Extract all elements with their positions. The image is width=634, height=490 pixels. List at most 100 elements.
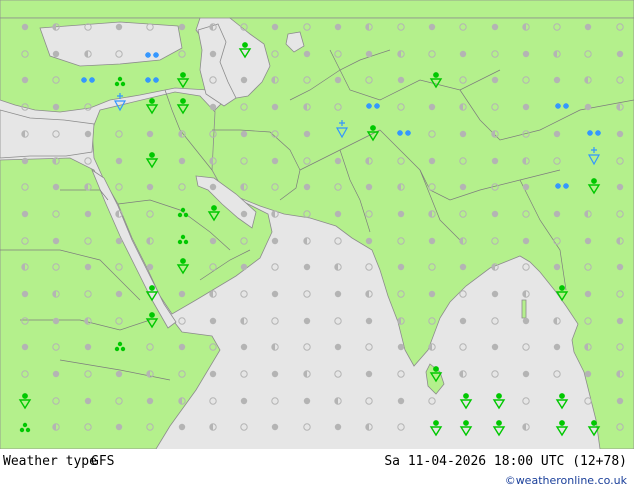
filled-dot-icon (303, 263, 311, 271)
filled-dot-icon (553, 76, 561, 84)
filled-dot-icon (115, 237, 123, 245)
rain-drop (22, 393, 28, 399)
filled-dot-icon (397, 76, 405, 84)
drop-left (114, 346, 120, 352)
filled-dot-icon (115, 157, 123, 165)
filled-dot-icon (52, 370, 60, 378)
filled-dot-icon (584, 103, 592, 111)
filled-dot-icon (21, 23, 29, 31)
filled-dot-icon (459, 50, 467, 58)
filled-dot-icon (522, 183, 530, 191)
rain-drop (370, 125, 376, 131)
filled-dot-icon (397, 343, 405, 351)
filled-dot-icon (271, 23, 279, 31)
rain-drop (180, 98, 186, 104)
filled-dot-icon (209, 183, 217, 191)
filled-dot-icon (84, 130, 92, 138)
filled-dot-icon (209, 317, 217, 325)
filled-dot-icon (115, 290, 123, 298)
filled-dot-icon (397, 397, 405, 405)
filled-dot-icon (178, 290, 186, 298)
filled-dot-icon (271, 290, 279, 298)
rain-drop (463, 393, 469, 399)
filled-dot-icon (84, 397, 92, 405)
rain-drop (433, 420, 439, 426)
rain-drop (180, 258, 186, 264)
filled-dot-icon (522, 103, 530, 111)
drop-left (177, 239, 183, 245)
filled-dot-icon (428, 103, 436, 111)
drop-top (180, 234, 186, 240)
rain-drop (463, 420, 469, 426)
filled-dot-icon (522, 237, 530, 245)
filled-dot-icon (553, 343, 561, 351)
filled-dot-icon (365, 237, 373, 245)
drop-top (22, 422, 28, 428)
filled-dot-icon (584, 370, 592, 378)
drop-top (117, 341, 123, 347)
filled-dot-icon (616, 263, 624, 271)
filled-dot-icon (303, 183, 311, 191)
drop-right (120, 346, 126, 352)
black-sea (39, 21, 183, 67)
filled-dot-icon (491, 290, 499, 298)
filled-dot-icon (146, 397, 154, 405)
filled-dot-icon (584, 290, 592, 298)
drop-left (19, 427, 25, 433)
filled-dot-icon (84, 343, 92, 351)
filled-dot-icon (491, 343, 499, 351)
rain-drop (211, 205, 217, 211)
filled-dot-icon (52, 50, 60, 58)
europe-north-land (0, 0, 634, 19)
drop-top (180, 207, 186, 213)
filled-dot-icon (271, 370, 279, 378)
filled-dot-icon (303, 50, 311, 58)
filled-dot-icon (334, 23, 342, 31)
filled-dot-icon (553, 210, 561, 218)
filled-dot-icon (209, 237, 217, 245)
filled-dot-icon (459, 317, 467, 325)
filled-dot-icon (209, 50, 217, 58)
filled-dot-icon (428, 237, 436, 245)
filled-dot-icon (178, 23, 186, 31)
filled-dot-icon (616, 130, 624, 138)
filled-dot-icon (365, 183, 373, 191)
rain-drop (433, 366, 439, 372)
filled-dot-icon (21, 290, 29, 298)
rain-drop (149, 312, 155, 318)
filled-dot-icon (209, 370, 217, 378)
rain-drop (180, 72, 186, 78)
rain-drop (242, 42, 248, 48)
filled-dot-icon (52, 317, 60, 325)
weather-map (0, 0, 634, 449)
filled-dot-icon (491, 76, 499, 84)
rain-drop (496, 420, 502, 426)
product-title: Weather type (3, 454, 97, 469)
rain-drop (591, 420, 597, 426)
rain-drop (149, 98, 155, 104)
filled-dot-icon (115, 23, 123, 31)
filled-dot-icon (52, 103, 60, 111)
filled-dot-icon (365, 50, 373, 58)
filled-dot-icon (146, 183, 154, 191)
filled-dot-icon (146, 130, 154, 138)
filled-dot-icon (21, 76, 29, 84)
filled-dot-icon (459, 263, 467, 271)
rain-drop (559, 285, 565, 291)
filled-dot-icon (553, 130, 561, 138)
filled-dot-icon (553, 263, 561, 271)
rain-drop (149, 285, 155, 291)
filled-dot-icon (616, 50, 624, 58)
rain-drop (149, 152, 155, 158)
filled-dot-icon (240, 343, 248, 351)
filled-dot-icon (271, 237, 279, 245)
filled-dot-icon (522, 50, 530, 58)
filled-dot-icon (146, 263, 154, 271)
filled-dot-icon (178, 157, 186, 165)
filled-dot-icon (21, 210, 29, 218)
credit-link[interactable]: ©weatheronline.co.uk (505, 474, 627, 487)
filled-dot-icon (584, 237, 592, 245)
filled-dot-icon (584, 23, 592, 31)
filled-dot-icon (334, 76, 342, 84)
andaman-land (521, 299, 527, 319)
